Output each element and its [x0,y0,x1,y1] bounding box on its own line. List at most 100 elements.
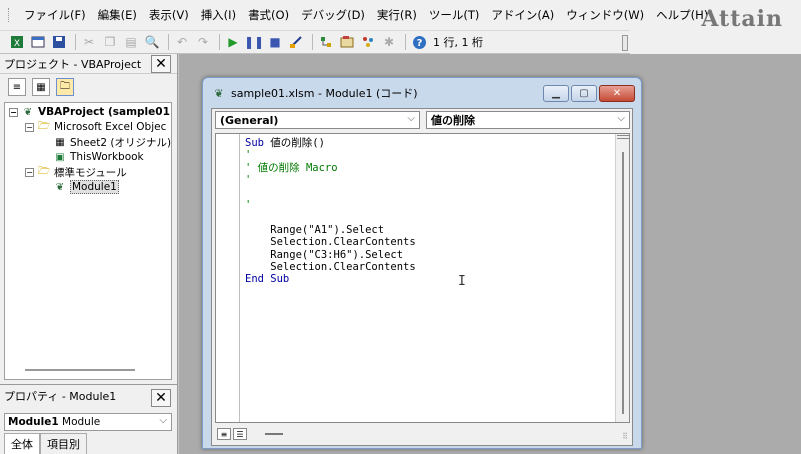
menu-addins[interactable]: アドイン(A) [485,7,560,23]
cursor-position: 1 行, 1 桁 [433,36,483,49]
menu-format[interactable]: 書式(O) [242,7,295,23]
menu-run[interactable]: 実行(R) [371,7,423,23]
code-line[interactable]: Selection.ClearContents [245,236,415,248]
brand-logo: Attain [701,6,783,32]
code-window-title-text: sample01.xlsm - Module1 (コード) [231,87,418,100]
toggle-folders-icon[interactable]: 🗀 [56,78,74,96]
reset-icon[interactable]: ■ [266,33,284,51]
tab-alphabetic[interactable]: 全体 [4,433,40,454]
tree-node-excel-objects[interactable]: − 🗁 Microsoft Excel Objec [25,120,166,134]
code-keyword: End Sub [245,273,290,286]
project-toolbar: ≡ ▦ 🗀 [0,74,177,100]
run-icon[interactable]: ▶ [224,33,242,51]
code-statement: Selection.ClearContents [245,260,416,273]
tree-horizontal-scrollbar[interactable] [25,369,135,371]
maximize-button[interactable]: ▢ [571,85,597,102]
tab-categorized[interactable]: 項目別 [40,433,87,454]
tree-node-thisworkbook[interactable]: ▣ ThisWorkbook [53,150,143,164]
code-line[interactable]: ' [245,149,416,161]
procedure-view-icon[interactable]: ≡ [217,428,231,440]
code-line[interactable]: Range("A1").Select [245,224,416,236]
worksheet-icon: ▦ [55,136,65,148]
code-line[interactable]: ' [245,199,416,211]
chevron-down-icon[interactable]: ⌵ [159,415,167,426]
module-icon: ❦ [55,181,65,193]
menu-grip[interactable] [8,8,10,22]
project-explorer: プロジェクト - VBAProject ✕ ≡ ▦ 🗀 − ❦ VBAProje… [0,54,178,384]
object-browser-icon[interactable] [359,33,377,51]
object-combo[interactable]: (General) ⌵ [215,111,420,129]
tree-node-vbaproject[interactable]: − ❦ VBAProject (sample01 [9,105,170,119]
menu-insert[interactable]: 挿入(I) [195,7,242,23]
properties-object-select[interactable]: Module1 Module ⌵ [4,413,172,431]
save-icon[interactable] [50,33,68,51]
tree-node-sheet2[interactable]: ▦ Sheet2 (オリジナル) [53,135,171,149]
menu-debug[interactable]: デバッグ(D) [295,7,371,23]
tree-node-module1[interactable]: ❦ Module1 [53,180,119,194]
tree-node-modules[interactable]: − 🗁 標準モジュール [25,165,127,179]
menu-edit[interactable]: 編集(E) [92,7,143,23]
chevron-down-icon[interactable]: ⌵ [407,113,415,124]
toolbar-empty-area [630,30,801,54]
collapse-icon[interactable]: − [25,167,34,177]
resize-grip-icon[interactable]: ⠿ [622,432,628,441]
insert-userform-icon[interactable] [29,33,47,51]
properties-close-button[interactable]: ✕ [151,389,171,407]
toolbar-options-chevron[interactable] [622,35,628,51]
module-icon: ❦ [214,86,224,100]
scroll-track[interactable] [622,152,624,414]
code-comment: ' [245,198,252,211]
ibeam-cursor-icon: I [458,274,466,289]
minimize-button[interactable]: ▁ [543,85,569,102]
project-explorer-icon[interactable] [317,33,335,51]
horizontal-scroll-thumb[interactable] [265,433,283,435]
properties-icon[interactable] [338,33,356,51]
margin-indicator-bar[interactable] [216,134,240,422]
code-line[interactable]: Sub 値の削除() [245,137,416,149]
copy-icon[interactable]: ❐ [101,33,119,51]
code-line[interactable] [245,211,416,223]
redo-icon[interactable]: ↷ [194,33,212,51]
find-icon[interactable]: 🔍 [143,33,161,51]
project-close-button[interactable]: ✕ [151,55,171,73]
menu-window[interactable]: ウィンドウ(W) [560,7,650,23]
excel-icon[interactable]: X [8,33,26,51]
menu-tools[interactable]: ツール(T) [423,7,486,23]
break-icon[interactable]: ❚❚ [244,33,264,51]
close-button[interactable]: ✕ [599,85,635,102]
split-bar[interactable] [617,135,629,139]
code-line[interactable]: ' [245,174,416,186]
design-mode-icon[interactable] [287,33,305,51]
view-object-icon[interactable]: ▦ [32,78,50,96]
cut-icon[interactable]: ✂ [80,33,98,51]
procedure-combo[interactable]: 値の削除 ⌵ [426,111,630,129]
workbook-icon: ▣ [55,151,65,163]
code-line[interactable] [245,187,416,199]
code-line[interactable]: End Sub [245,273,416,285]
vertical-scrollbar[interactable] [615,134,629,422]
collapse-icon[interactable]: − [9,107,18,117]
menu-bar: ファイル(F) 編集(E) 表示(V) 挿入(I) 書式(O) デバッグ(D) … [0,0,801,30]
view-code-icon[interactable]: ≡ [8,78,26,96]
undo-icon[interactable]: ↶ [173,33,191,51]
toolbar-separator [219,34,220,50]
code-keyword: Sub [245,137,271,149]
code-line[interactable]: ' 値の削除 Macro [245,162,416,174]
folder-icon: 🗁 [37,120,51,132]
collapse-icon[interactable]: − [25,122,34,132]
help-icon[interactable]: ? [410,33,428,51]
code-statement: 値の削除() [270,137,325,149]
chevron-down-icon[interactable]: ⌵ [617,113,625,124]
menu-view[interactable]: 表示(V) [143,7,195,23]
code-line[interactable]: Selection.ClearContents [245,260,416,273]
full-module-view-icon[interactable]: ☰ [233,428,247,440]
paste-icon[interactable]: ▤ [122,33,140,51]
code-text[interactable]: Sub 値の削除() ' ' 値の削除 Macro ' ' Range("A1").Se… [245,137,416,286]
code-line[interactable]: Range("C3:H6").Select [245,249,416,261]
code-statement: Range("C3:H6").Select [245,248,404,261]
code-editor[interactable]: Sub 値の削除() ' ' 値の削除 Macro ' ' Range("A1").Se… [215,133,630,423]
menu-file[interactable]: ファイル(F) [18,7,92,23]
toolbox-icon[interactable]: ✱ [380,33,398,51]
project-tree[interactable]: − ❦ VBAProject (sample01 − 🗁 Microsoft E… [4,102,172,380]
object-type: Module [62,416,101,428]
